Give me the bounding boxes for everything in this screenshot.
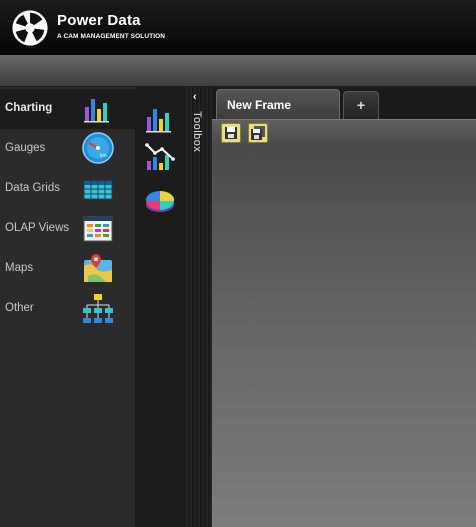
category-label: Data Grids bbox=[5, 182, 60, 194]
brand-subtitle: A CAM MANAGEMENT SOLUTION bbox=[57, 33, 166, 40]
map-icon bbox=[84, 254, 112, 282]
app-header: Power Data A CAM MANAGEMENT SOLUTION bbox=[0, 0, 476, 55]
category-gauges[interactable]: Gauges km bbox=[0, 129, 135, 169]
frame-canvas[interactable] bbox=[212, 145, 476, 527]
tab-new-frame[interactable]: New Frame bbox=[216, 89, 340, 119]
toolbox-panel bbox=[135, 87, 185, 527]
bar-chart-icon bbox=[84, 99, 109, 123]
gauge-icon: km bbox=[82, 132, 114, 164]
category-label: Other bbox=[5, 302, 34, 314]
save-button[interactable] bbox=[221, 123, 241, 143]
save-as-button[interactable] bbox=[248, 123, 268, 143]
category-olap-views[interactable]: OLAP Views bbox=[0, 209, 135, 249]
brand-title: Power Data bbox=[57, 12, 141, 29]
category-label: OLAP Views bbox=[5, 222, 70, 234]
data-grid-icon bbox=[83, 180, 113, 200]
add-tab-button[interactable]: + bbox=[343, 91, 379, 119]
svg-text:km: km bbox=[100, 153, 107, 159]
save-as-icon bbox=[251, 126, 265, 140]
chevron-left-icon[interactable]: ‹ bbox=[193, 91, 197, 103]
top-toolbar-strip bbox=[0, 55, 476, 87]
category-charting[interactable]: Charting bbox=[0, 89, 135, 129]
org-chart-icon bbox=[83, 294, 113, 323]
olap-view-icon bbox=[83, 216, 113, 242]
save-icon bbox=[225, 127, 237, 139]
bar-chart-icon[interactable] bbox=[144, 103, 176, 135]
line-chart-icon[interactable] bbox=[144, 141, 176, 173]
tab-label: New Frame bbox=[227, 98, 292, 112]
power-data-logo bbox=[12, 10, 48, 46]
category-panel: Charting Gauges km Data Grids OLAP Views… bbox=[0, 87, 135, 527]
category-other[interactable]: Other bbox=[0, 289, 135, 329]
pie-chart-icon[interactable] bbox=[144, 185, 176, 217]
category-label: Maps bbox=[5, 262, 34, 274]
category-label: Charting bbox=[5, 102, 53, 114]
toolbox-collapse-bar[interactable]: ‹ Toolbox bbox=[186, 87, 212, 527]
category-data-grids[interactable]: Data Grids bbox=[0, 169, 135, 209]
category-label: Gauges bbox=[5, 142, 46, 154]
category-maps[interactable]: Maps bbox=[0, 249, 135, 289]
toolbox-label: Toolbox bbox=[191, 111, 203, 153]
frame-toolbar bbox=[212, 119, 476, 145]
tabs-bar: New Frame + bbox=[212, 87, 476, 119]
